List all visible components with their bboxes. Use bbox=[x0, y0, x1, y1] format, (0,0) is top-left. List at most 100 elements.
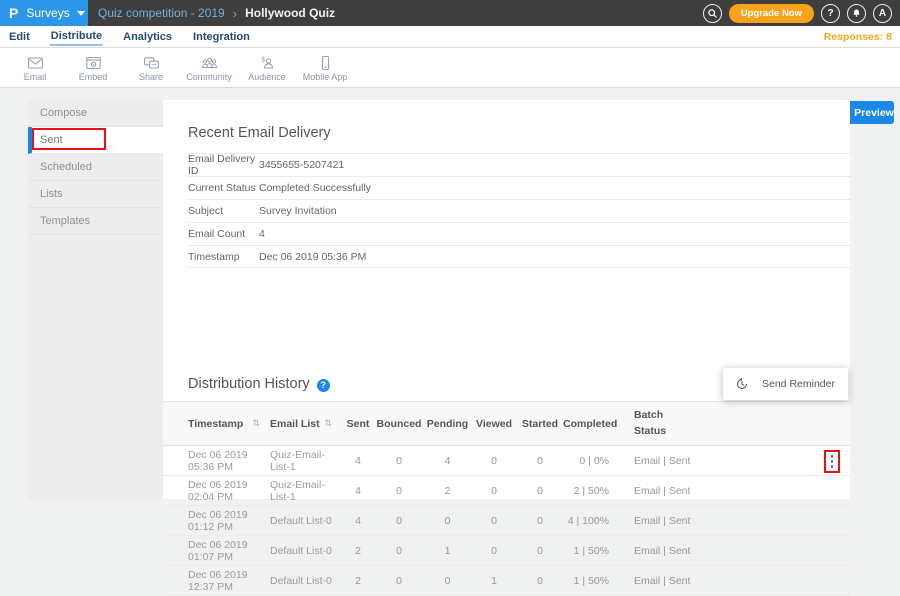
channel-label: Community bbox=[186, 72, 232, 82]
cell-pending: 1 bbox=[424, 536, 471, 566]
tab-distribute[interactable]: Distribute bbox=[50, 28, 103, 46]
tab-analytics[interactable]: Analytics bbox=[122, 29, 173, 45]
help-icon[interactable]: ? bbox=[317, 379, 330, 392]
questionpro-logo-icon: P bbox=[9, 5, 18, 21]
cell-completed: 2 | 50% bbox=[563, 476, 619, 506]
surveys-menu[interactable]: P Surveys bbox=[0, 0, 88, 26]
field-value: Survey Invitation bbox=[259, 205, 337, 217]
cell-viewed: 0 bbox=[471, 476, 517, 506]
tab-integration[interactable]: Integration bbox=[192, 29, 251, 45]
survey-nav: Edit Distribute Analytics Integration Re… bbox=[0, 26, 900, 48]
sidebar-item-compose[interactable]: Compose bbox=[28, 100, 163, 127]
channel-label: Mobile App bbox=[303, 72, 348, 82]
cell-email-list: Quiz-Email-List-1 bbox=[270, 446, 342, 476]
cell-sent: 4 bbox=[342, 446, 374, 476]
topbar-actions: Upgrade Now ? A bbox=[703, 0, 892, 26]
cell-bounced: 0 bbox=[374, 506, 424, 536]
field-label: Email Delivery ID bbox=[188, 153, 259, 177]
channel-label: Audience bbox=[248, 72, 286, 82]
menu-item-send-reminder[interactable]: Send Reminder bbox=[723, 368, 848, 400]
cell-batch-status: Email | Sent bbox=[619, 476, 699, 506]
breadcrumb-parent-link[interactable]: Quiz competition - 2019 bbox=[98, 6, 225, 20]
cell-viewed: 0 bbox=[471, 536, 517, 566]
field-row: Current Status Completed Successfully bbox=[188, 176, 850, 199]
col-bounced: Bounced bbox=[374, 402, 424, 446]
cell-timestamp: Dec 06 2019 02:04 PM bbox=[163, 476, 270, 506]
channel-label: Embed bbox=[79, 72, 108, 82]
breadcrumb: Quiz competition - 2019 › Hollywood Quiz bbox=[98, 0, 335, 26]
mobile-app-icon bbox=[317, 55, 334, 71]
channel-community[interactable]: Community bbox=[180, 48, 238, 88]
field-label: Email Count bbox=[188, 228, 259, 240]
tab-edit[interactable]: Edit bbox=[8, 29, 31, 45]
cell-email-list: Default List-0 bbox=[270, 566, 342, 596]
col-started: Started bbox=[517, 402, 563, 446]
channel-label: Email bbox=[24, 72, 47, 82]
cell-bounced: 0 bbox=[374, 446, 424, 476]
cell-batch-status: Email | Sent bbox=[619, 566, 699, 596]
cell-sent: 2 bbox=[342, 566, 374, 596]
cell-sent: 4 bbox=[342, 476, 374, 506]
notifications-button[interactable] bbox=[847, 4, 866, 23]
cell-email-list: Quiz-Email-List-1 bbox=[270, 476, 342, 506]
top-bar: P Surveys Quiz competition - 2019 › Holl… bbox=[0, 0, 900, 26]
send-reminder-icon bbox=[735, 377, 749, 391]
cell-batch-status: Email | Sent bbox=[619, 536, 699, 566]
sidebar-item-sent[interactable]: Sent bbox=[28, 127, 163, 154]
recent-delivery-title: Recent Email Delivery bbox=[188, 125, 331, 141]
cell-started: 0 bbox=[517, 476, 563, 506]
email-sidebar: Compose Sent Scheduled Lists Templates bbox=[28, 100, 163, 499]
field-row: Email Count 4 bbox=[188, 222, 850, 245]
table-row: Dec 06 2019 02:04 PM Quiz-Email-List-1 4… bbox=[163, 476, 850, 506]
sidebar-item-scheduled[interactable]: Scheduled bbox=[28, 154, 163, 181]
responses-count[interactable]: Responses: 8 bbox=[824, 26, 892, 48]
cell-started: 0 bbox=[517, 446, 563, 476]
svg-text:$: $ bbox=[261, 55, 265, 63]
sidebar-item-lists[interactable]: Lists bbox=[28, 181, 163, 208]
col-timestamp: Timestamp bbox=[188, 418, 243, 430]
cell-sent: 2 bbox=[342, 536, 374, 566]
sort-email-list-icon[interactable]: ⇅ bbox=[324, 419, 332, 429]
cell-viewed: 0 bbox=[471, 446, 517, 476]
sidebar-item-templates[interactable]: Templates bbox=[28, 208, 163, 235]
cell-timestamp: Dec 06 2019 01:12 PM bbox=[163, 506, 270, 536]
help-button[interactable]: ? bbox=[821, 4, 840, 23]
cell-pending: 0 bbox=[424, 506, 471, 536]
cell-pending: 0 bbox=[424, 566, 471, 596]
share-icon bbox=[143, 55, 160, 71]
menu-item-label: Send Reminder bbox=[762, 378, 835, 390]
channel-share[interactable]: Share bbox=[122, 48, 180, 88]
embed-icon bbox=[85, 55, 102, 71]
upgrade-now-button[interactable]: Upgrade Now bbox=[729, 4, 814, 23]
cell-viewed: 0 bbox=[471, 506, 517, 536]
bell-icon bbox=[851, 8, 862, 19]
field-value: 3455655-5207421 bbox=[259, 159, 344, 171]
recent-delivery-fields: Email Delivery ID 3455655-5207421 Curren… bbox=[188, 153, 850, 268]
search-button[interactable] bbox=[703, 4, 722, 23]
distribution-history-title: Distribution History bbox=[188, 376, 310, 392]
channel-embed[interactable]: Embed bbox=[64, 48, 122, 88]
cell-bounced: 0 bbox=[374, 566, 424, 596]
cell-completed: 0 | 0% bbox=[563, 446, 619, 476]
col-actions bbox=[699, 402, 850, 446]
cell-sent: 4 bbox=[342, 506, 374, 536]
cell-started: 0 bbox=[517, 566, 563, 596]
channel-email[interactable]: Email bbox=[6, 48, 64, 88]
cell-started: 0 bbox=[517, 506, 563, 536]
account-avatar[interactable]: A bbox=[873, 4, 892, 23]
community-icon bbox=[201, 55, 218, 71]
distribution-history-header: Distribution History ? bbox=[188, 376, 330, 392]
cell-pending: 4 bbox=[424, 446, 471, 476]
breadcrumb-current: Hollywood Quiz bbox=[245, 6, 335, 20]
sort-timestamp-icon[interactable]: ⇅ bbox=[252, 419, 260, 429]
content-panel: Recent Email Delivery Email Delivery ID … bbox=[163, 100, 850, 499]
channel-audience[interactable]: $ Audience bbox=[238, 48, 296, 88]
table-row: Dec 06 2019 01:12 PM Default List-0 4 0 … bbox=[163, 506, 850, 536]
channel-mobile-app[interactable]: Mobile App bbox=[296, 48, 354, 88]
cell-batch-status: Email | Sent bbox=[619, 446, 699, 476]
cell-completed: 4 | 100% bbox=[563, 506, 619, 536]
cell-timestamp: Dec 06 2019 05:36 PM bbox=[163, 446, 270, 476]
table-row: Dec 06 2019 12:37 PM Default List-0 2 0 … bbox=[163, 566, 850, 596]
field-value: Dec 06 2019 05:36 PM bbox=[259, 251, 366, 263]
row-actions-kebab-icon[interactable] bbox=[824, 450, 841, 473]
